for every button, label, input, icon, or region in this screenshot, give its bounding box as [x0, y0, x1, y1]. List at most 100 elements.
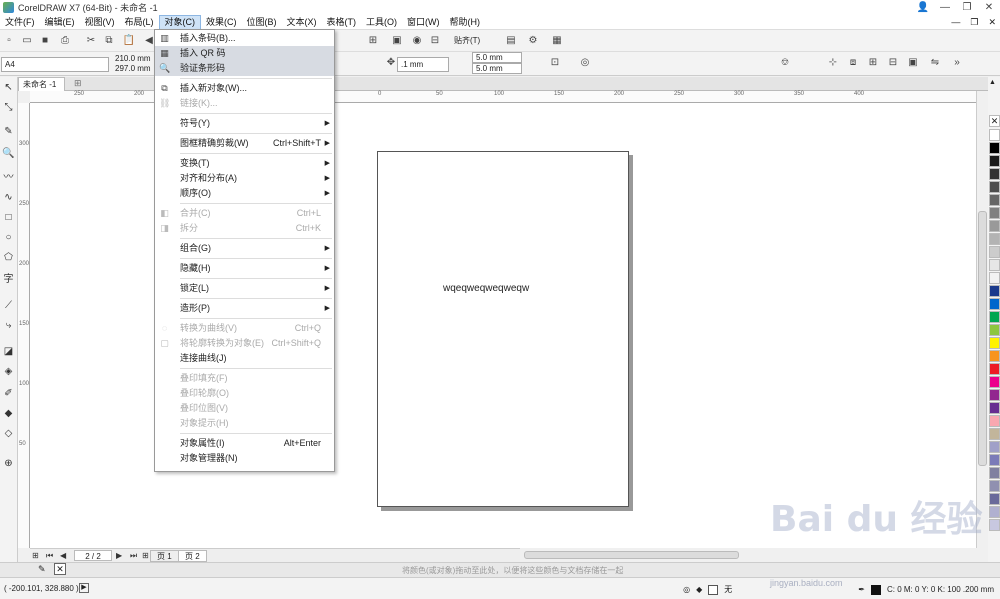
parallel-dimension-icon[interactable]: ⟋ [2, 299, 15, 312]
duplicate-distance-x-field[interactable]: 5.0 mm [472, 52, 522, 63]
toolbox-more-icon[interactable]: ⊕ [2, 457, 15, 470]
paste-icon[interactable]: 📋 [122, 34, 136, 48]
object-menu-item[interactable]: ▥ 插入条码(B)... [155, 31, 334, 46]
zoom-level-icon[interactable]: ⊞ [366, 34, 380, 48]
menu-text[interactable]: 文本(X) [282, 15, 322, 30]
eyedropper-tool-icon[interactable]: ✐ [2, 387, 15, 400]
docking-icon[interactable]: ⇋ [928, 56, 942, 70]
color-swatch[interactable] [989, 402, 1000, 414]
first-page-icon[interactable]: ⏮ [46, 550, 53, 561]
color-swatch[interactable] [989, 246, 1000, 258]
print-icon[interactable]: ⎙ [58, 34, 72, 48]
menu-bitmaps[interactable]: 位图(B) [242, 15, 282, 30]
object-menu-item[interactable]: 连接曲线(J) [155, 351, 334, 366]
open-folder-icon[interactable]: ▭ [20, 34, 34, 48]
rectangle-tool-icon[interactable]: □ [2, 211, 15, 224]
minimize-icon[interactable]: — [934, 0, 956, 15]
align-icon[interactable]: ⊹ [826, 56, 840, 70]
welcome-screen-icon[interactable]: ▦ [550, 34, 564, 48]
color-swatch[interactable] [989, 415, 1000, 427]
color-swatch[interactable] [989, 181, 1000, 193]
doc-restore-icon[interactable]: ❐ [970, 17, 978, 28]
color-swatch[interactable] [989, 337, 1000, 349]
fill-tool-icon[interactable]: ◎ [683, 585, 690, 594]
snap-to-dropdown[interactable]: 贴齐(T) [454, 36, 480, 46]
show-rulers-icon[interactable]: ◉ [410, 34, 424, 48]
object-menu-item[interactable]: 锁定(L) ▶ [155, 281, 334, 296]
color-swatch[interactable] [989, 298, 1000, 310]
ellipse-tool-icon[interactable]: ○ [2, 231, 15, 244]
page-text-object[interactable]: wqeqweqweqweqw [443, 283, 529, 294]
outline-color-swatch[interactable] [870, 584, 881, 595]
menu-object[interactable]: 对象(C) [158, 14, 201, 30]
menu-file[interactable]: 文件(F) [0, 15, 40, 30]
document-page[interactable]: wqeqweqweqweqw [377, 151, 629, 507]
last-page-icon[interactable]: ⏭ [130, 550, 137, 561]
next-page-icon[interactable]: ▶ [116, 550, 122, 561]
zoom-tool-icon[interactable]: 🔍 [2, 147, 15, 160]
color-swatch[interactable] [989, 428, 1000, 440]
vertical-scroll-thumb[interactable] [978, 211, 987, 466]
maximize-icon[interactable]: ❐ [956, 0, 978, 15]
polygon-tool-icon[interactable]: ⬠ [2, 251, 15, 264]
object-menu-item[interactable]: 对象管理器(N) [155, 451, 334, 466]
page-height-value[interactable]: 297.0 mm [115, 64, 151, 74]
menu-table[interactable]: 表格(T) [322, 15, 362, 30]
page-tab-1[interactable]: 页 1 [150, 550, 179, 562]
horizontal-scrollbar[interactable] [520, 550, 976, 560]
full-screen-icon[interactable]: ▣ [390, 34, 404, 48]
fill-color-swatch[interactable] [708, 584, 719, 595]
user-icon[interactable]: 👤 [912, 0, 934, 15]
outline-pen-icon[interactable]: ✒ [858, 585, 865, 594]
menu-window[interactable]: 窗口(W) [402, 15, 445, 30]
transparency-tool-icon[interactable]: ◈ [2, 365, 15, 378]
paper-size-select[interactable]: A4 [1, 57, 109, 72]
object-menu-item[interactable]: 造形(P) ▶ [155, 301, 334, 316]
eyedropper-icon[interactable]: ✎ [38, 564, 46, 575]
object-menu-item[interactable]: 对齐和分布(A) ▶ [155, 171, 334, 186]
new-tab-icon[interactable]: ⊞ [74, 78, 82, 89]
play-icon[interactable]: ▶ [79, 583, 89, 593]
color-swatch[interactable] [989, 350, 1000, 362]
color-swatch[interactable] [989, 285, 1000, 297]
drop-shadow-icon[interactable]: ◪ [2, 345, 15, 358]
color-swatch[interactable] [989, 207, 1000, 219]
menu-view[interactable]: 视图(V) [80, 15, 120, 30]
color-swatch[interactable] [989, 129, 1000, 141]
shape-tool-icon[interactable]: ⤡ [2, 101, 15, 114]
page-width-value[interactable]: 210.0 mm [115, 54, 151, 64]
color-swatch[interactable] [989, 519, 1000, 531]
object-menu-item[interactable]: 图框精确剪裁(W) Ctrl+Shift+T ▶ [155, 136, 334, 151]
artistic-media-icon[interactable]: ∿ [2, 191, 15, 204]
none-color-icon[interactable]: ✕ [54, 563, 66, 575]
object-menu-item[interactable]: ⧉ 插入新对象(W)... [155, 81, 334, 96]
object-menu-item[interactable]: 变换(T) ▶ [155, 156, 334, 171]
menu-tools[interactable]: 工具(O) [361, 15, 402, 30]
object-menu-item[interactable]: 🔍 验证条形码 [155, 61, 334, 76]
color-swatch[interactable] [989, 363, 1000, 375]
copy-icon[interactable]: ⧉ [102, 34, 116, 48]
page-tab-2[interactable]: 页 2 [178, 550, 207, 562]
menu-effects[interactable]: 效果(C) [201, 15, 242, 30]
color-swatch[interactable] [989, 389, 1000, 401]
menu-help[interactable]: 帮助(H) [445, 15, 486, 30]
close-icon[interactable]: ✕ [978, 0, 1000, 15]
color-swatch[interactable] [989, 168, 1000, 180]
color-swatch[interactable] [989, 493, 1000, 505]
vertical-scrollbar[interactable] [976, 91, 988, 548]
page-icon[interactable]: ▣ [906, 56, 920, 70]
application-launcher-icon[interactable]: ⚙ [526, 34, 540, 48]
color-swatch[interactable] [989, 233, 1000, 245]
smart-fill-icon[interactable]: ◇ [2, 427, 15, 440]
palette-scroll-up-icon[interactable]: ▲ [989, 79, 996, 86]
color-swatch[interactable] [989, 480, 1000, 492]
grid-icon[interactable]: ⧈ [846, 56, 860, 70]
color-swatch[interactable] [989, 220, 1000, 232]
prev-page-icon[interactable]: ◀ [60, 550, 66, 561]
menu-layout[interactable]: 布局(L) [120, 15, 159, 30]
menu-edit[interactable]: 编辑(E) [40, 15, 80, 30]
more-tools-icon[interactable]: » [950, 56, 964, 70]
color-swatch[interactable] [989, 142, 1000, 154]
cut-icon[interactable]: ✂ [84, 34, 98, 48]
object-menu-item[interactable]: 对象属性(I) Alt+Enter [155, 436, 334, 451]
